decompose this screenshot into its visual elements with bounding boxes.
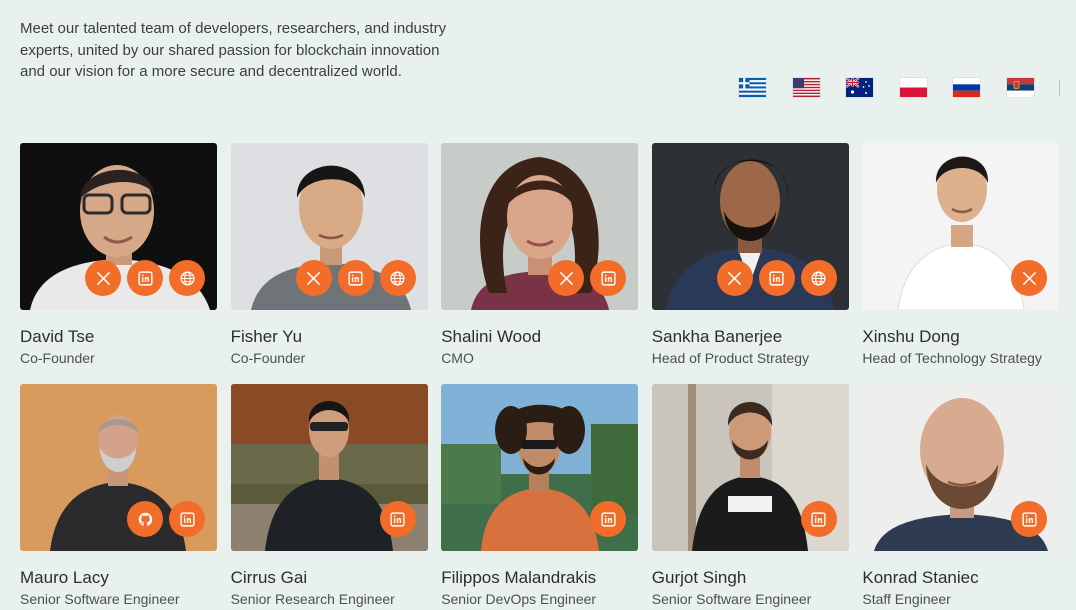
member-role: Staff Engineer xyxy=(862,591,951,607)
member-role: Head of Product Strategy xyxy=(651,350,809,366)
member-photo xyxy=(651,384,849,551)
member-role: Senior Software Engineer xyxy=(651,591,812,607)
team-member-card: Sankha Banerjee Head of Product Strategy xyxy=(651,143,849,368)
member-photo xyxy=(651,143,849,310)
member-photo xyxy=(230,143,428,310)
member-role: Head of Technology Strategy xyxy=(862,350,1042,366)
github-icon[interactable] xyxy=(127,501,163,537)
member-role: Co-Founder xyxy=(20,350,95,366)
x-icon[interactable] xyxy=(548,260,585,296)
team-grid: David Tse Co-Founder Fisher Yu Co-Founde… xyxy=(20,143,1060,609)
usa-flag-icon[interactable] xyxy=(792,78,820,97)
member-name: Cirrus Gai xyxy=(230,568,308,587)
linkedin-icon[interactable] xyxy=(590,260,627,296)
member-role: Senior Software Engineer xyxy=(20,591,180,607)
member-photo xyxy=(20,143,217,310)
globe-icon[interactable] xyxy=(800,260,837,296)
poland-flag-icon[interactable] xyxy=(899,78,927,97)
team-member-card: Mauro Lacy Senior Software Engineer xyxy=(20,384,217,609)
greece-flag-icon[interactable] xyxy=(739,78,766,97)
team-member-card: Fisher Yu Co-Founder xyxy=(230,143,428,368)
member-role: Senior Research Engineer xyxy=(230,591,395,607)
member-photo xyxy=(230,384,428,551)
member-name: Sankha Banerjee xyxy=(651,327,783,346)
linkedin-icon[interactable] xyxy=(590,501,627,537)
team-member-card: David Tse Co-Founder xyxy=(20,143,217,368)
serbia-flag-icon[interactable] xyxy=(1006,78,1034,97)
member-name: Gurjot Singh xyxy=(651,568,747,587)
social-links xyxy=(800,501,837,537)
member-name: Xinshu Dong xyxy=(862,327,960,346)
x-icon[interactable] xyxy=(85,260,121,296)
member-photo xyxy=(862,143,1060,310)
social-links xyxy=(590,501,627,537)
linkedin-icon[interactable] xyxy=(337,260,374,296)
member-name: David Tse xyxy=(20,327,95,346)
member-name: Mauro Lacy xyxy=(20,568,109,587)
russia-flag-icon[interactable] xyxy=(953,78,980,97)
team-member-card: Xinshu Dong Head of Technology Strategy xyxy=(862,143,1060,368)
linkedin-icon[interactable] xyxy=(169,501,205,537)
linkedin-icon[interactable] xyxy=(127,260,163,296)
social-links xyxy=(1011,501,1048,537)
language-selector xyxy=(739,78,1060,97)
globe-icon[interactable] xyxy=(169,260,205,296)
member-name: Filippos Malandrakis xyxy=(441,568,597,587)
member-role: Senior DevOps Engineer xyxy=(441,591,597,607)
member-photo xyxy=(441,384,639,551)
team-member-card: Cirrus Gai Senior Research Engineer xyxy=(230,384,428,609)
social-links xyxy=(85,260,205,296)
team-member-card: Konrad Staniec Staff Engineer xyxy=(862,384,1060,609)
team-intro-text: Meet our talented team of developers, re… xyxy=(20,20,447,80)
member-photo xyxy=(862,384,1060,551)
x-icon[interactable] xyxy=(716,260,753,296)
member-name: Konrad Staniec xyxy=(862,568,979,587)
member-name: Shalini Wood xyxy=(441,327,542,346)
member-photo xyxy=(20,384,217,551)
linkedin-icon[interactable] xyxy=(758,260,795,296)
x-icon[interactable] xyxy=(295,260,332,296)
member-role: CMO xyxy=(441,350,474,366)
linkedin-icon[interactable] xyxy=(379,501,416,537)
social-links xyxy=(295,260,416,296)
social-links xyxy=(548,260,627,296)
australia-flag-icon[interactable] xyxy=(846,78,873,97)
member-role: Co-Founder xyxy=(230,350,306,366)
linkedin-icon[interactable] xyxy=(1011,501,1048,537)
flags-divider xyxy=(1059,79,1060,96)
social-links xyxy=(1011,260,1048,296)
x-icon[interactable] xyxy=(1011,260,1048,296)
social-links xyxy=(379,501,416,537)
member-photo xyxy=(441,143,639,310)
social-links xyxy=(716,260,837,296)
team-member-card: Gurjot Singh Senior Software Engineer xyxy=(651,384,849,609)
team-member-card: Shalini Wood CMO xyxy=(441,143,639,368)
member-name: Fisher Yu xyxy=(230,327,303,346)
social-links xyxy=(127,501,205,537)
globe-icon[interactable] xyxy=(379,260,416,296)
linkedin-icon[interactable] xyxy=(800,501,837,537)
team-member-card: Filippos Malandrakis Senior DevOps Engin… xyxy=(441,384,639,609)
